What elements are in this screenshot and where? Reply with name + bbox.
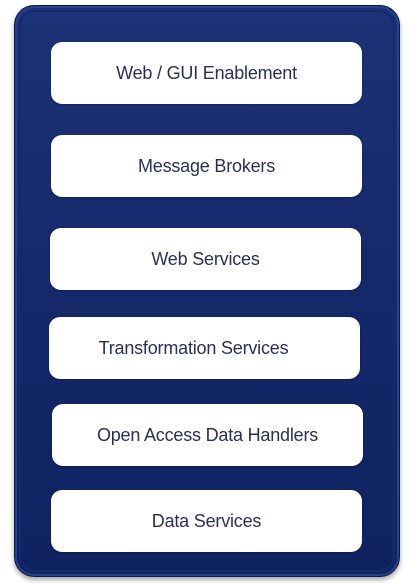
layer-label: Web Services [151, 248, 260, 269]
layer-label: Web / GUI Enablement [116, 62, 297, 83]
layer-web-services: Web Services [50, 228, 361, 290]
layer-label: Message Brokers [137, 155, 276, 176]
layer-open-access-data-handlers: Open Access Data Handlers [52, 404, 363, 466]
layer-web-gui-enablement: Web / GUI Enablement [51, 42, 362, 104]
layer-message-brokers: Message Brokers [51, 135, 362, 197]
layer-data-services: Data Services [51, 490, 362, 552]
layer-label: Open Access Data Handlers [96, 424, 319, 445]
layer-label: Transformation Services [98, 337, 289, 358]
layer-label: Data Services [151, 510, 262, 531]
layer-transformation-services: Transformation Services [49, 317, 360, 379]
